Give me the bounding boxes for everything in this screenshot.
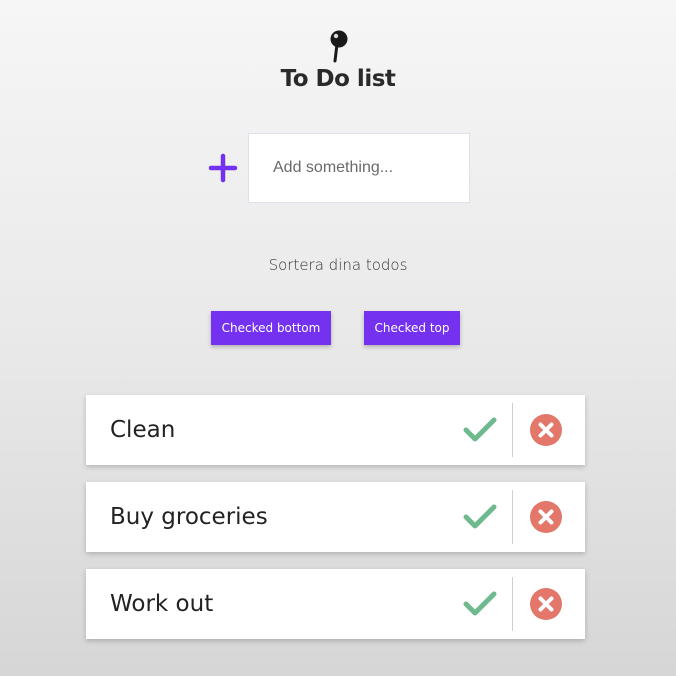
divider xyxy=(512,490,513,544)
sort-buttons: Checked bottom Checked top xyxy=(0,311,676,345)
divider xyxy=(512,577,513,631)
checked-top-button[interactable]: Checked top xyxy=(364,311,460,345)
todo-text: Work out xyxy=(110,591,214,617)
app-header: To Do list xyxy=(0,28,676,92)
plus-icon[interactable] xyxy=(206,151,240,185)
todo-item: Buy groceries xyxy=(86,482,585,552)
sort-label: Sortera dina todos xyxy=(268,256,408,274)
todo-item: Clean xyxy=(86,395,585,465)
todo-text: Buy groceries xyxy=(110,504,268,530)
check-icon[interactable] xyxy=(462,499,498,535)
todo-text: Clean xyxy=(110,417,176,443)
add-todo-row xyxy=(206,133,470,203)
delete-circle-icon[interactable] xyxy=(529,587,563,621)
check-icon[interactable] xyxy=(462,412,498,448)
divider xyxy=(512,403,513,457)
page-title: To Do list xyxy=(280,66,396,92)
delete-circle-icon[interactable] xyxy=(529,500,563,534)
delete-circle-icon[interactable] xyxy=(529,413,563,447)
checked-bottom-button[interactable]: Checked bottom xyxy=(211,311,331,345)
add-todo-input[interactable] xyxy=(248,133,470,203)
todo-item: Work out xyxy=(86,569,585,639)
pin-icon xyxy=(325,28,351,64)
todo-list: Clean Buy groceries Work out xyxy=(86,395,585,656)
check-icon[interactable] xyxy=(462,586,498,622)
